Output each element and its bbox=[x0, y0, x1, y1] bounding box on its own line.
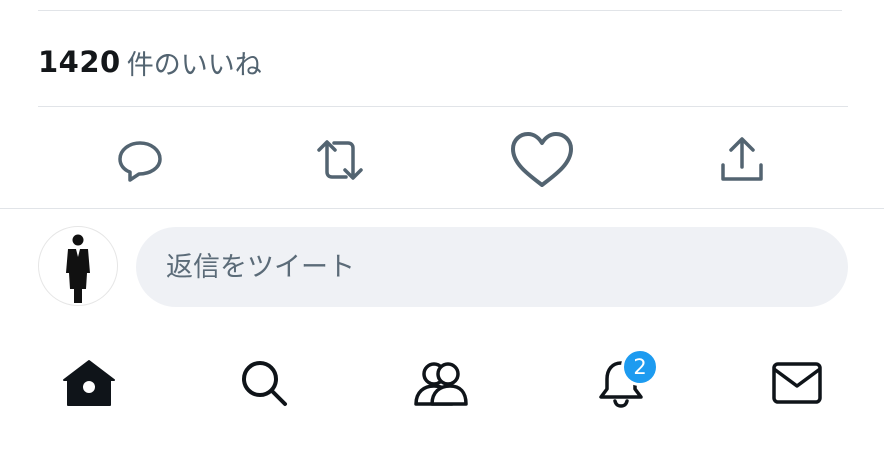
likes-divider bbox=[38, 106, 848, 107]
reply-composer bbox=[0, 222, 884, 312]
tab-search[interactable] bbox=[224, 340, 304, 430]
reply-button[interactable] bbox=[100, 120, 180, 200]
person-silhouette-icon bbox=[66, 234, 90, 303]
envelope-icon bbox=[771, 361, 823, 409]
tweet-actions bbox=[0, 120, 884, 200]
tab-notifications[interactable]: 2 bbox=[581, 340, 661, 430]
like-button[interactable] bbox=[502, 120, 582, 200]
people-icon bbox=[412, 358, 470, 412]
retweet-button[interactable] bbox=[300, 120, 380, 200]
actions-divider bbox=[0, 208, 884, 209]
tab-home[interactable] bbox=[49, 340, 129, 430]
notification-badge: 2 bbox=[621, 348, 659, 386]
likes-label: 件のいいね bbox=[126, 49, 262, 81]
top-divider bbox=[38, 10, 842, 11]
speech-bubble-icon bbox=[116, 136, 164, 184]
search-icon bbox=[239, 358, 289, 412]
likes-count: 1420 bbox=[38, 45, 121, 79]
tab-communities[interactable] bbox=[401, 340, 481, 430]
reply-input[interactable] bbox=[136, 227, 848, 307]
retweet-icon bbox=[312, 136, 368, 184]
home-icon bbox=[62, 358, 116, 412]
share-button[interactable] bbox=[702, 120, 782, 200]
likes-row[interactable]: 1420 件のいいね bbox=[38, 40, 262, 84]
avatar[interactable] bbox=[38, 226, 118, 306]
tweet-detail-screen: 1420 件のいいね 返信をツイート 2 bbox=[0, 0, 884, 466]
tab-messages[interactable] bbox=[757, 340, 837, 430]
heart-icon bbox=[509, 130, 575, 190]
bottom-tab-bar: 2 bbox=[0, 340, 884, 430]
share-icon bbox=[718, 135, 766, 185]
